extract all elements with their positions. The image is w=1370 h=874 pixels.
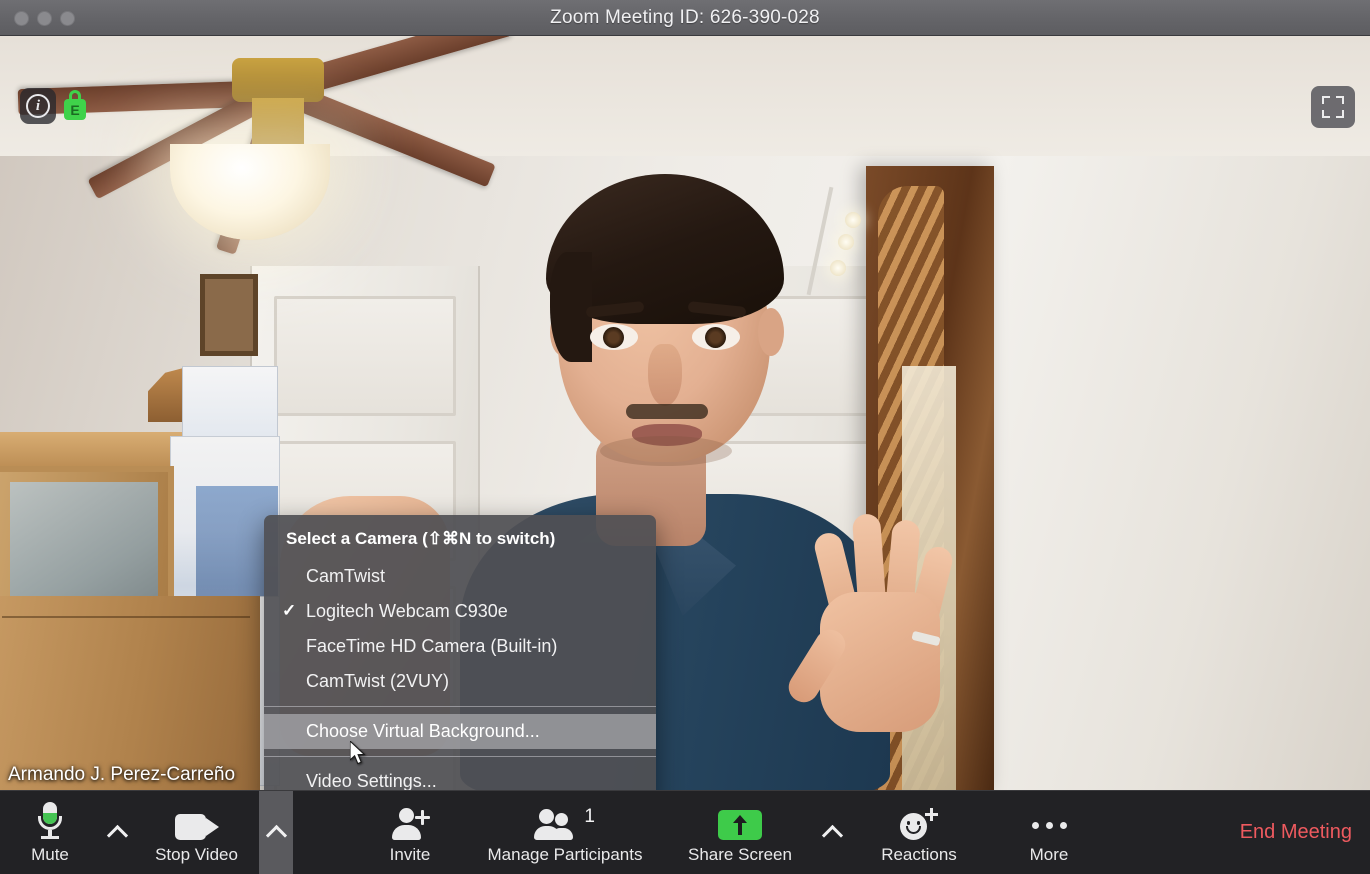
window-title: Zoom Meeting ID: 626-390-028: [550, 6, 820, 28]
menu-item-label: CamTwist (2VUY): [306, 671, 450, 691]
ellipsis-icon: [1031, 810, 1067, 840]
meeting-info-button[interactable]: i: [20, 88, 56, 124]
checkmark-icon: ✓: [282, 601, 297, 620]
menu-separator: [264, 756, 656, 757]
share-screen-label: Share Screen: [688, 845, 792, 864]
menu-item-label: Choose Virtual Background...: [306, 721, 540, 741]
meeting-toolbar: Mute Stop Video Invite 1 Manage Particip…: [0, 790, 1370, 874]
share-screen-button[interactable]: Share Screen: [665, 791, 815, 874]
minimize-button[interactable]: [37, 10, 52, 26]
end-meeting-button[interactable]: End Meeting: [1240, 791, 1352, 874]
participants-count-badge: 1: [584, 806, 595, 827]
fullscreen-icon: [1322, 96, 1344, 118]
info-icon: i: [26, 94, 50, 118]
menu-item-label: Video Settings...: [306, 771, 437, 790]
mute-button[interactable]: Mute: [0, 791, 100, 874]
manage-participants-label: Manage Participants: [487, 845, 643, 864]
participant-name-label: Armando J. Perez-Carreño: [8, 764, 236, 785]
mute-label: Mute: [31, 845, 69, 864]
camera-selection-menu[interactable]: Select a Camera (⇧⌘N to switch) CamTwist…: [264, 515, 656, 790]
mouse-cursor: [350, 741, 366, 765]
microphone-icon: [37, 802, 63, 840]
video-stage[interactable]: i E Armando J. Perez-Carreño Select a Ca…: [0, 36, 1370, 790]
menu-item-logitech-webcam-c930e[interactable]: ✓ Logitech Webcam C930e: [264, 594, 656, 629]
video-camera-icon: [174, 814, 219, 840]
menu-header-select-camera: Select a Camera (⇧⌘N to switch): [286, 529, 556, 548]
menu-item-label: Logitech Webcam C930e: [306, 601, 508, 621]
share-options-chevron-button[interactable]: [815, 791, 849, 874]
chevron-up-icon: [265, 824, 287, 847]
share-screen-icon: [718, 810, 762, 840]
invite-button[interactable]: Invite: [355, 791, 465, 874]
zoom-button[interactable]: [60, 10, 75, 26]
menu-item-video-settings[interactable]: Video Settings...: [264, 764, 656, 790]
menu-item-facetime-hd-camera[interactable]: FaceTime HD Camera (Built-in): [264, 629, 656, 664]
encryption-lock-icon[interactable]: E: [64, 90, 86, 122]
menu-item-camtwist-2vuy[interactable]: CamTwist (2VUY): [264, 664, 656, 699]
invite-label: Invite: [389, 845, 431, 864]
stop-video-label: Stop Video: [155, 845, 238, 864]
menu-item-label: CamTwist: [306, 566, 386, 586]
reactions-button[interactable]: Reactions: [849, 791, 989, 874]
reactions-label: Reactions: [881, 845, 957, 864]
zoom-meeting-window: Zoom Meeting ID: 626-390-028 i E Armando…: [0, 0, 1370, 874]
traffic-lights: [14, 0, 75, 36]
more-button[interactable]: More: [989, 791, 1109, 874]
menu-item-label: FaceTime HD Camera (Built-in): [306, 636, 558, 656]
participants-icon: 1: [534, 806, 595, 840]
lock-body-label: E: [64, 99, 86, 120]
more-label: More: [1029, 845, 1069, 864]
menu-separator: [264, 706, 656, 707]
fullscreen-button[interactable]: [1311, 86, 1355, 128]
menu-item-camtwist[interactable]: CamTwist: [264, 559, 656, 594]
manage-participants-button[interactable]: 1 Manage Participants: [465, 791, 665, 874]
end-meeting-label: End Meeting: [1239, 821, 1352, 843]
window-titlebar: Zoom Meeting ID: 626-390-028: [0, 0, 1370, 36]
add-person-icon: [390, 808, 430, 840]
chevron-up-icon: [106, 824, 128, 847]
menu-item-choose-virtual-background[interactable]: Choose Virtual Background...: [264, 714, 656, 749]
chevron-up-icon: [821, 824, 843, 847]
reactions-smiley-icon: [900, 808, 938, 840]
close-button[interactable]: [14, 10, 29, 26]
stop-video-button[interactable]: Stop Video: [134, 791, 259, 874]
video-options-chevron-button[interactable]: [259, 791, 293, 874]
audio-options-chevron-button[interactable]: [100, 791, 134, 874]
